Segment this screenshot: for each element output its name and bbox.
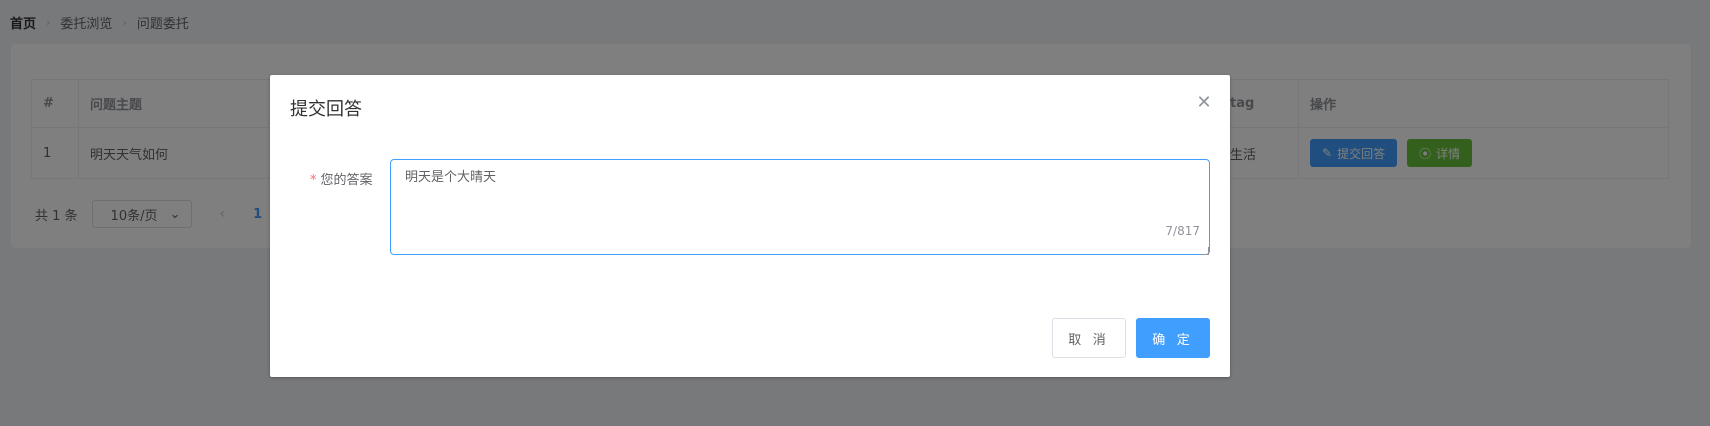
answer-label: * 您的答案 (310, 169, 373, 188)
dialog-title: 提交回答 (290, 99, 362, 120)
required-asterisk: * (310, 173, 317, 188)
answer-label-text: 您的答案 (320, 173, 373, 188)
answer-textarea[interactable] (390, 159, 1210, 255)
resize-handle-icon[interactable] (1201, 247, 1209, 255)
char-counter: 7/817 (1165, 224, 1200, 238)
cancel-button[interactable]: 取 消 (1052, 318, 1126, 358)
confirm-button[interactable]: 确 定 (1136, 318, 1210, 358)
close-icon[interactable]: ✕ (1196, 94, 1212, 112)
submit-answer-dialog: 提交回答 ✕ *您的答案 7/817 取 消 确 定 (270, 75, 1230, 377)
